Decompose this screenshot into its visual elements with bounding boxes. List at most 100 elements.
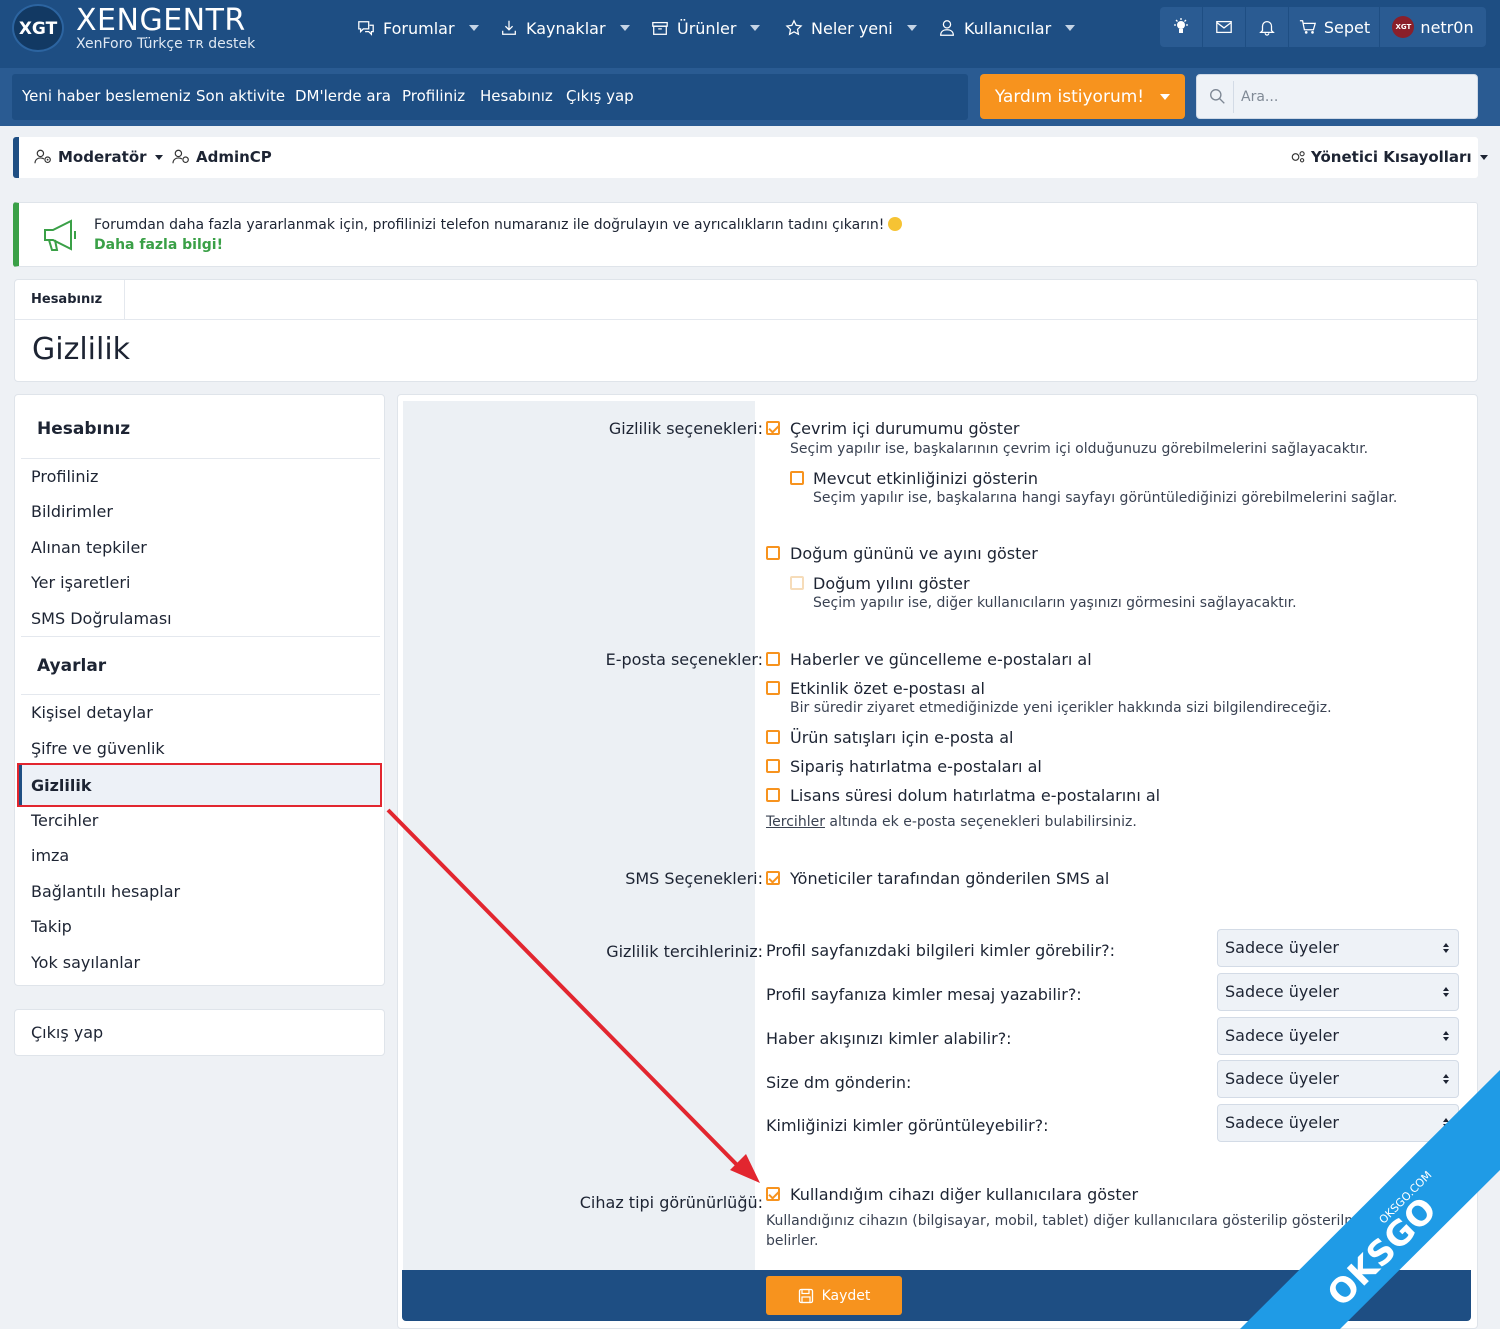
moderator-menu[interactable]: Moderatör bbox=[34, 148, 163, 166]
activity-hint: Seçim yapılır ise, başkalarına hangi say… bbox=[813, 490, 1398, 506]
admincp-link[interactable]: AdminCP bbox=[172, 148, 272, 166]
pref-identity-select[interactable]: Sadece üyeler bbox=[1217, 1104, 1459, 1142]
sidebar-item-reactions[interactable]: Alınan tepkiler bbox=[31, 538, 147, 557]
subnav-logout[interactable]: Çıkış yap bbox=[566, 87, 634, 105]
nav-forums[interactable]: Forumlar bbox=[357, 16, 479, 40]
divider bbox=[21, 636, 380, 637]
birth-year-hint: Seçim yapılır ise, diğer kullanıcıların … bbox=[813, 595, 1297, 611]
chevron-down-icon bbox=[1065, 25, 1076, 31]
notice-more-link[interactable]: Daha fazla bilgi! bbox=[94, 237, 223, 253]
site-logo[interactable]: XGT bbox=[12, 4, 64, 52]
sms-options-label: SMS Seçenekleri: bbox=[625, 869, 763, 888]
sms-option-label[interactable]: Yöneticiler tarafından gönderilen SMS al bbox=[790, 869, 1109, 888]
account-button[interactable]: XGT netr0n bbox=[1380, 7, 1486, 47]
cart-label: Sepet bbox=[1323, 17, 1371, 37]
sidebar-item-personal-details[interactable]: Kişisel detaylar bbox=[31, 703, 153, 722]
site-name[interactable]: XENGENTR bbox=[76, 3, 246, 38]
nav-products[interactable]: Ürünler bbox=[651, 16, 761, 40]
chevron-down-icon bbox=[1479, 154, 1488, 160]
pref-dm-select[interactable]: Sadece üyeler bbox=[1217, 1060, 1459, 1098]
order-reminder-label[interactable]: Sipariş hatırlatma e-postaları al bbox=[790, 757, 1042, 776]
license-reminder-checkbox[interactable] bbox=[766, 788, 780, 802]
pref-news-feed-select[interactable]: Sadece üyeler bbox=[1217, 1017, 1459, 1055]
sidebar-section-account: Hesabınız bbox=[37, 419, 131, 439]
top-header: XGT XENGENTR XenForo Türkçe ᴛʀ destek Fo… bbox=[0, 0, 1500, 68]
sidebar-logout-label: Çıkış yap bbox=[31, 1023, 104, 1042]
birth-year-label[interactable]: Doğum yılını göster bbox=[813, 574, 970, 593]
breadcrumb[interactable]: Hesabınız bbox=[15, 280, 125, 320]
preferences-link[interactable]: Tercihler bbox=[766, 814, 825, 830]
order-reminder-checkbox[interactable] bbox=[766, 759, 780, 773]
activity-label[interactable]: Mevcut etkinliğinizi gösterin bbox=[813, 469, 1038, 488]
help-button-label: Yardım istiyorum! bbox=[994, 86, 1145, 107]
device-visibility-label: Cihaz tipi görünürlüğü: bbox=[579, 1193, 763, 1212]
sidebar-item-preferences[interactable]: Tercihler bbox=[31, 811, 98, 830]
form-label-column bbox=[403, 401, 755, 1271]
alerts-button[interactable] bbox=[1246, 7, 1288, 47]
notice-text: Forumdan daha fazla yararlanmak için, pr… bbox=[94, 217, 903, 233]
nav-whats-new[interactable]: Neler yeni bbox=[785, 16, 917, 40]
birthday-checkbox[interactable] bbox=[766, 546, 780, 560]
users-cog-icon bbox=[34, 149, 51, 164]
sales-email-label[interactable]: Ürün satışları için e-posta al bbox=[790, 728, 1013, 747]
sidebar-logout[interactable]: Çıkış yap bbox=[14, 1009, 385, 1056]
page-title: Gizlilik bbox=[32, 332, 131, 367]
news-email-checkbox[interactable] bbox=[766, 652, 780, 666]
activity-checkbox[interactable] bbox=[790, 471, 804, 485]
device-option-label[interactable]: Kullandığım cihazı diğer kullanıcılara g… bbox=[790, 1185, 1138, 1204]
box-icon bbox=[652, 21, 668, 35]
sidebar-item-sms-verification[interactable]: SMS Doğrulaması bbox=[31, 609, 172, 628]
smile-emoji-icon bbox=[888, 217, 903, 231]
sms-checkbox[interactable] bbox=[766, 871, 780, 885]
sidebar-item-bookmarks[interactable]: Yer işaretleri bbox=[31, 573, 130, 592]
sidebar-item-ignoring[interactable]: Yok sayılanlar bbox=[31, 953, 140, 972]
sidebar-item-signature[interactable]: imza bbox=[31, 846, 69, 865]
nav-members-label: Kullanıcılar bbox=[964, 18, 1052, 38]
license-reminder-label[interactable]: Lisans süresi dolum hatırlatma e-postala… bbox=[790, 786, 1160, 805]
online-status-checkbox[interactable] bbox=[766, 421, 780, 435]
nav-forums-label: Forumlar bbox=[383, 18, 455, 38]
news-email-label[interactable]: Haberler ve güncelleme e-postaları al bbox=[790, 650, 1092, 669]
pref-identity-label: Kimliğinizi kimler görüntüleyebilir?: bbox=[766, 1116, 1049, 1135]
pref-profile-view-select[interactable]: Sadece üyeler bbox=[1217, 929, 1459, 967]
sidebar-item-connected-accounts[interactable]: Bağlantılı hesaplar bbox=[31, 882, 180, 901]
nav-members[interactable]: Kullanıcılar bbox=[938, 16, 1076, 40]
admin-shortcuts-menu[interactable]: Yönetici Kısayolları bbox=[1289, 148, 1488, 166]
device-checkbox[interactable] bbox=[766, 1187, 780, 1201]
style-toggle-button[interactable] bbox=[1160, 7, 1202, 47]
cart-button[interactable]: Sepet bbox=[1289, 7, 1379, 47]
sidebar-item-following[interactable]: Takip bbox=[31, 917, 72, 936]
sidebar-item-alerts[interactable]: Bildirimler bbox=[31, 502, 113, 521]
online-status-label[interactable]: Çevrim içi durumumu göster bbox=[790, 419, 1019, 438]
sales-email-checkbox[interactable] bbox=[766, 730, 780, 744]
subnav-search-dms[interactable]: DM'lerde ara bbox=[295, 87, 391, 105]
search-input[interactable] bbox=[1241, 83, 1461, 111]
sidebar-item-security[interactable]: Şifre ve güvenlik bbox=[31, 739, 165, 758]
nav-resources[interactable]: Kaynaklar bbox=[500, 16, 630, 40]
pref-news-feed-label: Haber akışınızı kimler alabilir?: bbox=[766, 1029, 1012, 1048]
subnav-account[interactable]: Hesabınız bbox=[480, 87, 553, 105]
birth-year-checkbox[interactable] bbox=[790, 576, 804, 590]
divider bbox=[21, 458, 380, 459]
sidebar-section-settings: Ayarlar bbox=[37, 656, 107, 676]
birthday-label[interactable]: Doğum gününü ve ayını göster bbox=[790, 544, 1038, 563]
nav-whats-new-label: Neler yeni bbox=[811, 18, 893, 38]
subnav-latest-activity[interactable]: Son aktivite bbox=[196, 87, 285, 105]
avatar: XGT bbox=[1392, 16, 1415, 38]
save-button[interactable]: Kaydet bbox=[766, 1276, 902, 1315]
user-toolbar: Sepet XGT netr0n bbox=[1160, 7, 1486, 47]
comments-icon bbox=[358, 21, 374, 36]
envelope-icon bbox=[1216, 20, 1232, 34]
inbox-button[interactable] bbox=[1203, 7, 1245, 47]
save-icon bbox=[798, 1288, 813, 1303]
digest-email-checkbox[interactable] bbox=[766, 681, 780, 695]
pref-profile-post-select[interactable]: Sadece üyeler bbox=[1217, 973, 1459, 1011]
subnav-news-feed[interactable]: Yeni haber beslemeniz bbox=[22, 87, 191, 105]
save-button-label: Kaydet bbox=[821, 1287, 871, 1304]
account-sidebar: Hesabınız Profiliniz Bildirimler Alınan … bbox=[14, 394, 385, 986]
help-button[interactable]: Yardım istiyorum! bbox=[980, 74, 1185, 119]
device-hint-line2: belirler. bbox=[766, 1233, 819, 1249]
subnav-profile[interactable]: Profiliniz bbox=[402, 87, 465, 105]
digest-email-label[interactable]: Etkinlik özet e-postası al bbox=[790, 679, 985, 698]
sidebar-item-profile[interactable]: Profiliniz bbox=[31, 467, 98, 486]
